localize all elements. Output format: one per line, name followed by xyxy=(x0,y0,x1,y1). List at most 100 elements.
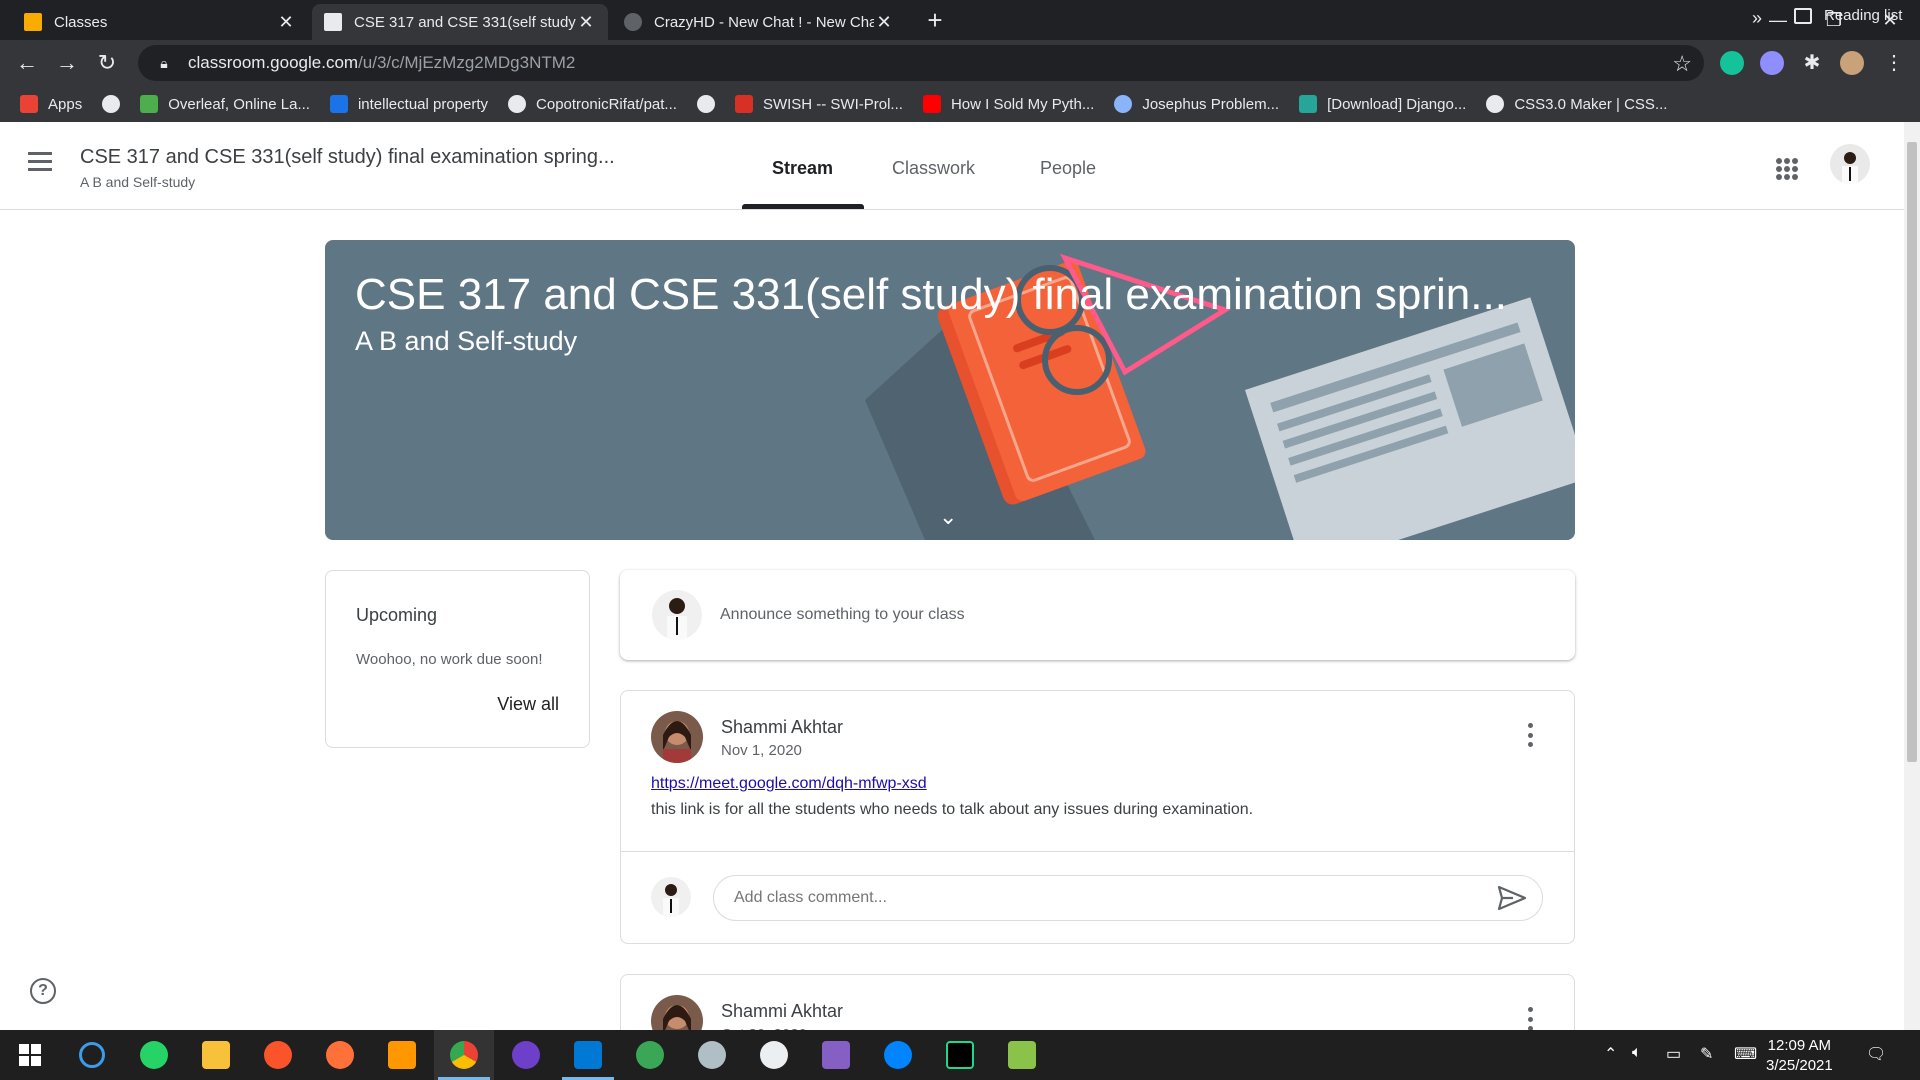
back-button[interactable]: ← xyxy=(12,48,42,78)
profile-avatar[interactable] xyxy=(1840,51,1864,75)
classroom-people-icon xyxy=(324,13,342,31)
windows-taskbar: ⌃ 🔈︎ ▭ ✎ ⌨ 12:09 AM 3/25/2021 🗨︎ xyxy=(0,1030,1920,1080)
bookmark-label: CSS3.0 Maker | CSS... xyxy=(1514,95,1668,113)
taskbar-pycharm[interactable] xyxy=(930,1030,990,1080)
taskbar-brave[interactable] xyxy=(248,1030,308,1080)
network-icon[interactable]: ▭ xyxy=(1666,1044,1681,1064)
post-body: this link is for all the students who ne… xyxy=(651,801,1254,818)
class-title[interactable]: CSE 317 and CSE 331(self study) final ex… xyxy=(80,146,615,169)
divider xyxy=(621,851,1574,852)
stream-post: Shammi Akhtar Nov 1, 2020 https://meet.g… xyxy=(620,690,1575,944)
visual-studio-icon xyxy=(822,1041,850,1069)
taskbar-messenger[interactable] xyxy=(868,1030,928,1080)
bookmark-item[interactable]: Apps xyxy=(20,95,82,113)
class-comment-input[interactable] xyxy=(713,875,1543,921)
taskbar-chrome[interactable] xyxy=(434,1030,494,1080)
help-icon[interactable]: ? xyxy=(30,978,56,1004)
bookmark-label: Josephus Problem... xyxy=(1142,95,1280,113)
notification-icon[interactable]: 🗨︎ xyxy=(1866,1044,1886,1064)
taskbar-helmet[interactable] xyxy=(682,1030,742,1080)
puzzle-icon[interactable]: ✱ xyxy=(1800,51,1824,75)
bookmark-star-icon[interactable]: ☆ xyxy=(1672,51,1692,77)
taskbar-firefox[interactable] xyxy=(310,1030,370,1080)
swish-icon xyxy=(734,95,753,113)
tab-title: CrazyHD - New Chat ! - New Cha xyxy=(654,13,874,31)
bookmark-item[interactable]: [Download] Django... xyxy=(1299,95,1466,113)
browser-toolbar: ← → ↻ 🔒︎ classroom.google.com/u/3/c/MjEz… xyxy=(0,40,1920,86)
upcoming-title: Upcoming xyxy=(356,605,438,625)
bookmark-item[interactable]: CSS3.0 Maker | CSS... xyxy=(1486,95,1667,113)
reading-list-button[interactable]: Reading list xyxy=(1794,7,1902,24)
keyboard-icon[interactable]: ⌨ xyxy=(1734,1044,1757,1064)
bookmark-label: Apps xyxy=(48,95,83,113)
bookmarks-overflow-button[interactable]: » xyxy=(1752,8,1762,29)
taskbar-whatsapp[interactable] xyxy=(124,1030,184,1080)
address-bar[interactable]: 🔒︎ classroom.google.com/u/3/c/MjEzMzg2MD… xyxy=(138,45,1704,81)
pen-icon[interactable]: ✎ xyxy=(1700,1044,1713,1064)
meet-link[interactable]: https://meet.google.com/dqh-mfwp-xsd xyxy=(651,775,927,793)
scrollbar-thumb[interactable] xyxy=(1907,142,1917,762)
hamburger-menu-icon[interactable] xyxy=(28,152,58,176)
grammarly-icon[interactable] xyxy=(1720,51,1744,75)
more-options-icon[interactable] xyxy=(1528,723,1534,747)
bookmark-item[interactable]: How I Sold My Pyth... xyxy=(922,95,1094,113)
tab-stream[interactable]: Stream xyxy=(772,158,833,179)
taskbar-inkscape[interactable] xyxy=(744,1030,804,1080)
taskbar-file-explorer[interactable] xyxy=(186,1030,246,1080)
taskbar-search[interactable] xyxy=(62,1030,122,1080)
taskbar-visual-studio[interactable] xyxy=(806,1030,866,1080)
bookmark-label: SWISH -- SWI-Prol... xyxy=(762,95,903,113)
close-icon[interactable]: ✕ xyxy=(576,12,596,32)
close-icon[interactable]: ✕ xyxy=(874,12,894,32)
whatsapp-icon xyxy=(140,1041,168,1069)
globe-icon xyxy=(624,13,642,31)
bookmark-item[interactable] xyxy=(102,95,121,113)
pycharm-icon xyxy=(946,1041,974,1069)
notepad-icon xyxy=(1008,1041,1036,1069)
account-avatar[interactable] xyxy=(1830,144,1870,184)
tab-classwork[interactable]: Classwork xyxy=(892,158,975,179)
reload-button[interactable]: ↻ xyxy=(92,48,122,78)
chevron-up-icon[interactable]: ⌃ xyxy=(1604,1044,1617,1064)
github-icon xyxy=(508,95,527,113)
taskbar-sublime[interactable] xyxy=(372,1030,432,1080)
tab-people[interactable]: People xyxy=(1040,158,1096,179)
system-clock[interactable]: 12:09 AM 3/25/2021 xyxy=(1766,1036,1833,1076)
extension-icon[interactable] xyxy=(1760,51,1784,75)
avatar xyxy=(652,590,702,640)
view-all-link[interactable]: View all xyxy=(497,694,559,715)
bookmark-item[interactable]: Overleaf, Online La... xyxy=(140,95,310,113)
bookmark-item[interactable] xyxy=(696,95,715,113)
close-icon[interactable]: ✕ xyxy=(276,12,296,32)
volume-icon[interactable]: 🔈︎ xyxy=(1632,1044,1642,1062)
send-icon[interactable] xyxy=(1497,885,1527,911)
tab-classes[interactable]: Classes ✕ xyxy=(12,4,308,40)
forward-button[interactable]: → xyxy=(52,48,82,78)
google-apps-icon[interactable] xyxy=(1776,158,1798,180)
classroom-header: CSE 317 and CSE 331(self study) final ex… xyxy=(0,122,1904,210)
class-banner: CSE 317 and CSE 331(self study) final ex… xyxy=(325,240,1575,540)
bookmark-item[interactable]: CopotronicRifat/pat... xyxy=(508,95,677,113)
tab-crazyhd[interactable]: CrazyHD - New Chat ! - New Cha ✕ xyxy=(612,4,906,40)
url-path: /u/3/c/MjEzMzg2MDg3NTM2 xyxy=(358,53,576,72)
bookmark-item[interactable]: SWISH -- SWI-Prol... xyxy=(734,95,903,113)
vscode-icon xyxy=(574,1041,602,1069)
kebab-menu-icon[interactable]: ⋮ xyxy=(1882,51,1906,75)
lock-icon: 🔒︎ xyxy=(160,54,168,71)
bookmark-item[interactable]: Josephus Problem... xyxy=(1114,95,1279,113)
new-tab-button[interactable]: + xyxy=(922,7,948,34)
url-text: classroom.google.com/u/3/c/MjEzMzg2MDg3N… xyxy=(188,53,575,73)
bookmark-item[interactable]: intellectual property xyxy=(329,95,488,113)
reading-list-icon xyxy=(1794,7,1812,24)
taskbar-earth[interactable] xyxy=(620,1030,680,1080)
taskbar-github-desktop[interactable] xyxy=(496,1030,556,1080)
start-button[interactable] xyxy=(0,1030,60,1080)
tab-cse317[interactable]: CSE 317 and CSE 331(self study) f ✕ xyxy=(312,4,608,40)
announce-box[interactable]: Announce something to your class xyxy=(620,570,1575,660)
taskbar-vscode[interactable] xyxy=(558,1030,618,1080)
chrome-icon xyxy=(450,1041,478,1069)
chevron-down-icon[interactable]: ⌄ xyxy=(939,504,957,530)
taskbar-notepad[interactable] xyxy=(992,1030,1052,1080)
post-author: Shammi Akhtar xyxy=(721,1001,844,1021)
more-options-icon[interactable] xyxy=(1528,1007,1534,1031)
